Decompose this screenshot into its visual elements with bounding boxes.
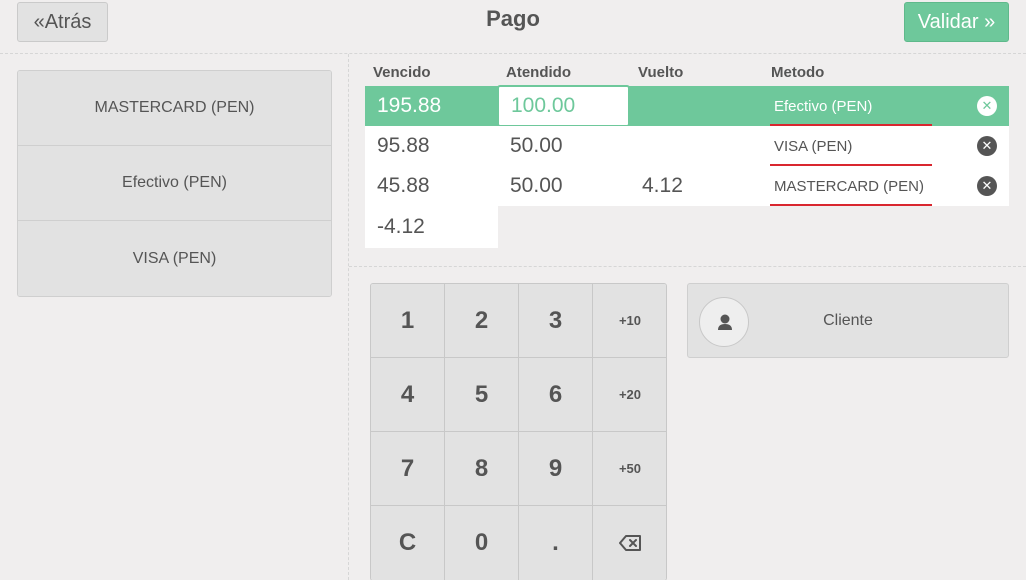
line-method: MASTERCARD (PEN)	[763, 177, 932, 206]
numpad: 1 2 3 +10 4 5 6 +20 7 8 9 +50 C 0 .	[370, 283, 667, 580]
line-tendered: 50.00	[510, 134, 563, 157]
customer-label: Cliente	[823, 311, 873, 329]
remaining-amount: -4.12	[365, 206, 498, 248]
payment-method-visa[interactable]: VISA (PEN)	[18, 221, 331, 296]
page-title: Pago	[486, 6, 540, 31]
line-method: Efectivo (PEN)	[763, 97, 932, 126]
line-method-label: VISA (PEN)	[774, 137, 853, 155]
numpad-key-plus10[interactable]: +10	[593, 284, 666, 358]
remove-line-icon[interactable]: ✕	[977, 176, 997, 196]
line-method-label: MASTERCARD (PEN)	[774, 177, 925, 195]
payment-line-row[interactable]: 195.88 100.00 Efectivo (PEN) ✕	[365, 84, 1009, 127]
header-tendered: Atendido	[506, 63, 571, 81]
numpad-key-8[interactable]: 8	[445, 432, 519, 506]
line-due: 95.88	[377, 134, 430, 157]
numpad-key-3[interactable]: 3	[519, 284, 593, 358]
numpad-key-2[interactable]: 2	[445, 284, 519, 358]
numpad-key-backspace[interactable]	[593, 506, 666, 580]
numpad-key-0[interactable]: 0	[445, 506, 519, 580]
header-due: Vencido	[373, 63, 431, 81]
numpad-key-clear[interactable]: C	[371, 506, 445, 580]
line-method-label: Efectivo (PEN)	[774, 97, 873, 115]
numpad-key-5[interactable]: 5	[445, 358, 519, 432]
validate-button-label: Validar	[917, 11, 979, 33]
numpad-key-4[interactable]: 4	[371, 358, 445, 432]
numpad-key-7[interactable]: 7	[371, 432, 445, 506]
remove-line-icon[interactable]: ✕	[977, 136, 997, 156]
customer-button[interactable]: Cliente	[687, 283, 1009, 358]
line-change: 4.12	[642, 174, 683, 197]
header-change: Vuelto	[638, 63, 684, 81]
payment-lines-header: Vencido Atendido Vuelto Metodo	[365, 58, 1009, 86]
payment-method-mastercard[interactable]: MASTERCARD (PEN)	[18, 71, 331, 146]
payment-methods-list: MASTERCARD (PEN) Efectivo (PEN) VISA (PE…	[17, 70, 332, 297]
numpad-key-plus20[interactable]: +20	[593, 358, 666, 432]
numpad-key-9[interactable]: 9	[519, 432, 593, 506]
lines-divider	[349, 266, 1026, 267]
payment-lines-table: Vencido Atendido Vuelto Metodo 195.88 10…	[365, 58, 1009, 248]
spellcheck-underline	[770, 203, 932, 206]
numpad-key-plus50[interactable]: +50	[593, 432, 666, 506]
numpad-key-1[interactable]: 1	[371, 284, 445, 358]
validate-button[interactable]: Validar »	[904, 2, 1009, 42]
double-chevron-right-icon: »	[984, 11, 996, 33]
line-method: VISA (PEN)	[763, 137, 932, 166]
payment-line-row[interactable]: 45.88 50.00 4.12 MASTERCARD (PEN) ✕	[365, 166, 1009, 206]
tendered-input[interactable]: 100.00	[497, 84, 630, 127]
payment-method-cash[interactable]: Efectivo (PEN)	[18, 146, 331, 221]
line-due: 45.88	[377, 174, 430, 197]
header-method: Metodo	[771, 63, 825, 81]
payment-line-row[interactable]: 95.88 50.00 VISA (PEN) ✕	[365, 126, 1009, 166]
top-bar: «Atrás Pago Validar »	[0, 0, 1026, 54]
line-tendered-cell: 100.00	[497, 84, 630, 127]
remaining-row: -4.12	[365, 206, 1009, 248]
remove-line-icon[interactable]: ✕	[977, 96, 997, 116]
line-due: 195.88	[377, 94, 442, 117]
numpad-key-6[interactable]: 6	[519, 358, 593, 432]
line-tendered: 50.00	[510, 174, 563, 197]
left-panel-divider	[348, 54, 349, 580]
numpad-key-dot[interactable]: .	[519, 506, 593, 580]
backspace-icon	[619, 535, 641, 551]
